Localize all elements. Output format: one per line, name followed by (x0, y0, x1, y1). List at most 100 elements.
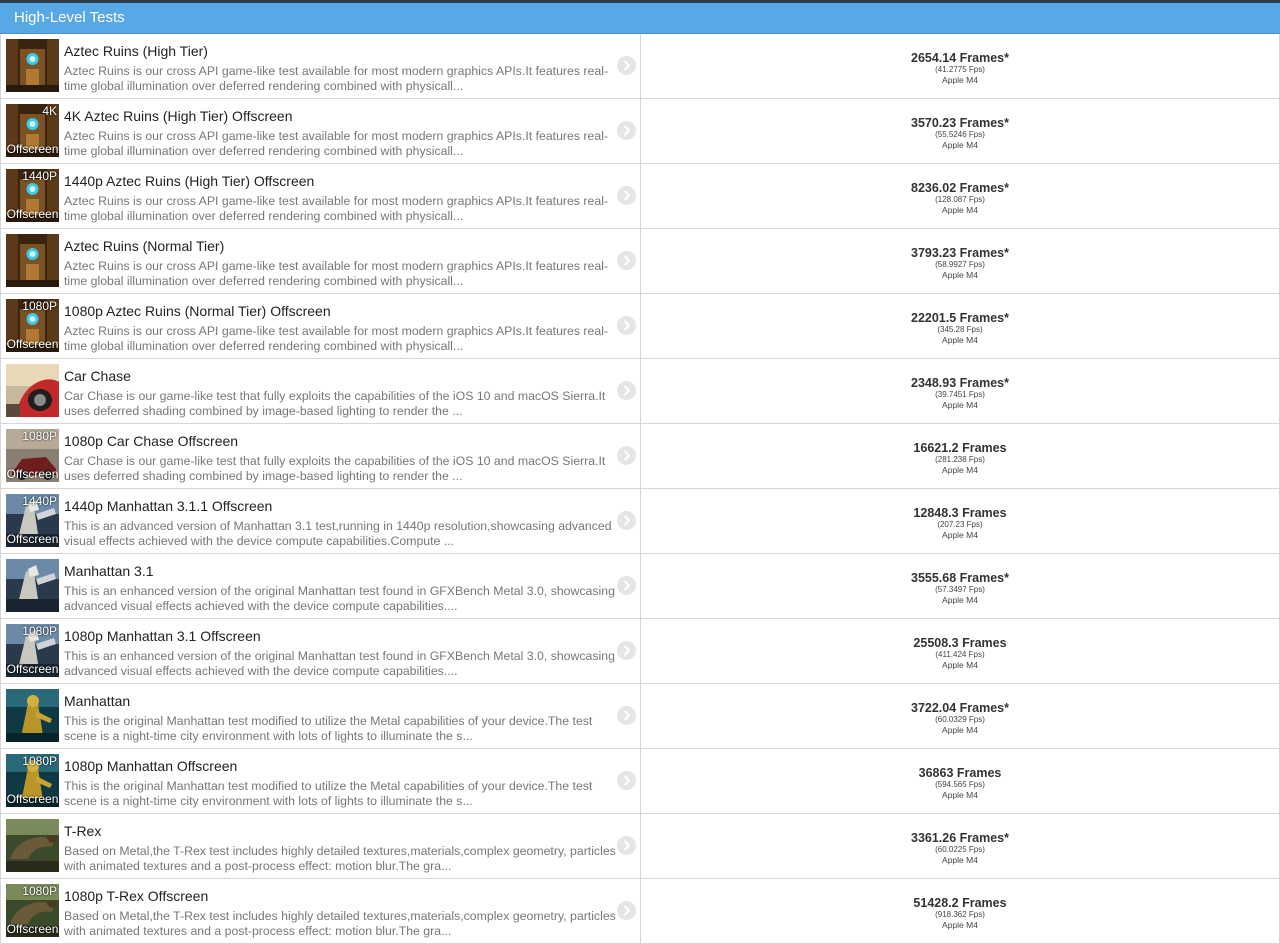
score-device: Apple M4 (942, 530, 978, 540)
chevron-right-icon[interactable] (617, 901, 636, 920)
test-thumbnail: 1080P Offscreen (6, 429, 59, 482)
test-row: Manhattan 3.1 This is an enhanced versio… (0, 554, 1280, 619)
test-row: 1440P Offscreen 1440p Aztec Ruins (High … (0, 164, 1280, 229)
test-description: This is an advanced version of Manhattan… (64, 519, 612, 548)
test-thumbnail: 1080P Offscreen (6, 299, 59, 352)
test-description: Based on Metal,the T-Rex test includes h… (64, 909, 616, 938)
score-device: Apple M4 (942, 205, 978, 215)
chevron-right-icon[interactable] (617, 511, 636, 530)
score-frames: 22201.5 Frames* (911, 311, 1009, 325)
test-row-link[interactable]: 1080P Offscreen 1080p Manhattan Offscree… (1, 749, 641, 813)
test-row-link[interactable]: Car Chase Car Chase is our game-like tes… (1, 359, 641, 423)
test-row-link[interactable]: 1440P Offscreen 1440p Aztec Ruins (High … (1, 164, 641, 228)
test-thumbnail (6, 364, 59, 417)
test-row-link[interactable]: Manhattan This is the original Manhattan… (1, 684, 641, 748)
chevron-right-icon[interactable] (617, 446, 636, 465)
section-header: High-Level Tests (0, 3, 1280, 34)
score-fps: (60.0329 Fps) (935, 715, 985, 724)
score-device: Apple M4 (942, 270, 978, 280)
chevron-right-icon[interactable] (617, 121, 636, 140)
test-score: 3722.04 Frames* (60.0329 Fps) Apple M4 (641, 701, 1279, 735)
test-row: Car Chase Car Chase is our game-like tes… (0, 359, 1280, 424)
test-row-link[interactable]: 1080P Offscreen 1080p Manhattan 3.1 Offs… (1, 619, 641, 683)
test-score: 3555.68 Frames* (57.3497 Fps) Apple M4 (641, 571, 1279, 605)
test-row-link[interactable]: 1080P Offscreen 1080p Car Chase Offscree… (1, 424, 641, 488)
score-device: Apple M4 (942, 335, 978, 345)
chevron-right-icon[interactable] (617, 706, 636, 725)
test-thumbnail (6, 234, 59, 287)
offscreen-tag: Offscreen (6, 532, 59, 546)
resolution-tag: 1080P (22, 299, 57, 313)
test-thumbnail: 1440P Offscreen (6, 169, 59, 222)
offscreen-tag: Offscreen (6, 792, 59, 806)
resolution-tag: 1080P (22, 624, 57, 638)
chevron-right-icon[interactable] (617, 316, 636, 335)
test-thumbnail (6, 559, 59, 612)
test-row-link[interactable]: Aztec Ruins (Normal Tier) Aztec Ruins is… (1, 229, 641, 293)
score-device: Apple M4 (942, 75, 978, 85)
test-score: 22201.5 Frames* (345.28 Fps) Apple M4 (641, 311, 1279, 345)
test-title: 1440p Manhattan 3.1.1 Offscreen (64, 498, 273, 514)
chevron-right-icon[interactable] (617, 251, 636, 270)
chevron-right-icon[interactable] (617, 641, 636, 660)
test-row: 1080P Offscreen 1080p T-Rex Offscreen Ba… (0, 879, 1280, 944)
test-row: 1080P Offscreen 1080p Manhattan 3.1 Offs… (0, 619, 1280, 684)
score-fps: (128.087 Fps) (935, 195, 985, 204)
score-fps: (41.2775 Fps) (935, 65, 985, 74)
test-row: T-Rex Based on Metal,the T-Rex test incl… (0, 814, 1280, 879)
offscreen-tag: Offscreen (6, 922, 59, 936)
test-row-link[interactable]: T-Rex Based on Metal,the T-Rex test incl… (1, 814, 641, 878)
test-title: Manhattan (64, 693, 131, 709)
test-row: Aztec Ruins (Normal Tier) Aztec Ruins is… (0, 229, 1280, 294)
score-fps: (594.565 Fps) (935, 780, 985, 789)
test-row: 1080P Offscreen 1080p Aztec Ruins (Norma… (0, 294, 1280, 359)
resolution-tag: 1080P (22, 884, 57, 898)
test-row-link[interactable]: 4K Offscreen 4K Aztec Ruins (High Tier) … (1, 99, 641, 163)
score-fps: (281.238 Fps) (935, 455, 985, 464)
chevron-right-icon[interactable] (617, 771, 636, 790)
chevron-right-icon[interactable] (617, 381, 636, 400)
test-description: This is the original Manhattan test modi… (64, 779, 593, 808)
offscreen-tag: Offscreen (6, 662, 59, 676)
resolution-tag: 1440P (22, 169, 57, 183)
test-title: 1080p Manhattan Offscreen (64, 758, 238, 774)
test-title: Manhattan 3.1 (64, 563, 154, 579)
test-row-link[interactable]: 1080P Offscreen 1080p T-Rex Offscreen Ba… (1, 879, 641, 943)
chevron-right-icon[interactable] (617, 186, 636, 205)
test-thumbnail: 4K Offscreen (6, 104, 59, 157)
resolution-tag: 4K (42, 104, 57, 118)
thumbnail-image (6, 39, 59, 92)
chevron-right-icon[interactable] (617, 836, 636, 855)
test-description: Aztec Ruins is our cross API game-like t… (64, 324, 609, 353)
score-frames: 3570.23 Frames* (911, 116, 1009, 130)
test-score: 36863 Frames (594.565 Fps) Apple M4 (641, 766, 1279, 800)
test-row-link[interactable]: 1440P Offscreen 1440p Manhattan 3.1.1 Of… (1, 489, 641, 553)
score-fps: (207.23 Fps) (937, 520, 983, 529)
score-frames: 3793.23 Frames* (911, 246, 1009, 260)
test-thumbnail: 1080P Offscreen (6, 884, 59, 937)
score-frames: 3722.04 Frames* (911, 701, 1009, 715)
chevron-right-icon[interactable] (617, 56, 636, 75)
test-row-link[interactable]: Aztec Ruins (High Tier) Aztec Ruins is o… (1, 34, 641, 98)
test-title: 1080p Car Chase Offscreen (64, 433, 239, 449)
test-score: 2348.93 Frames* (39.7451 Fps) Apple M4 (641, 376, 1279, 410)
score-frames: 36863 Frames (918, 766, 1002, 780)
test-thumbnail: 1440P Offscreen (6, 494, 59, 547)
test-score: 51428.2 Frames (918.362 Fps) Apple M4 (641, 896, 1279, 930)
test-title: 1080p Manhattan 3.1 Offscreen (64, 628, 261, 644)
test-row-link[interactable]: Manhattan 3.1 This is an enhanced versio… (1, 554, 641, 618)
chevron-right-icon[interactable] (617, 576, 636, 595)
score-fps: (55.5246 Fps) (935, 130, 985, 139)
test-description: Car Chase is our game-like test that ful… (64, 454, 606, 483)
test-score: 3793.23 Frames* (58.9927 Fps) Apple M4 (641, 246, 1279, 280)
offscreen-tag: Offscreen (6, 207, 59, 221)
thumbnail-image (6, 559, 59, 612)
thumbnail-image (6, 819, 59, 872)
score-frames: 3555.68 Frames* (911, 571, 1009, 585)
score-device: Apple M4 (942, 595, 978, 605)
test-score: 2654.14 Frames* (41.2775 Fps) Apple M4 (641, 51, 1279, 85)
test-score: 12848.3 Frames (207.23 Fps) Apple M4 (641, 506, 1279, 540)
test-thumbnail (6, 819, 59, 872)
test-row-link[interactable]: 1080P Offscreen 1080p Aztec Ruins (Norma… (1, 294, 641, 358)
test-description: This is an enhanced version of the origi… (64, 649, 615, 678)
